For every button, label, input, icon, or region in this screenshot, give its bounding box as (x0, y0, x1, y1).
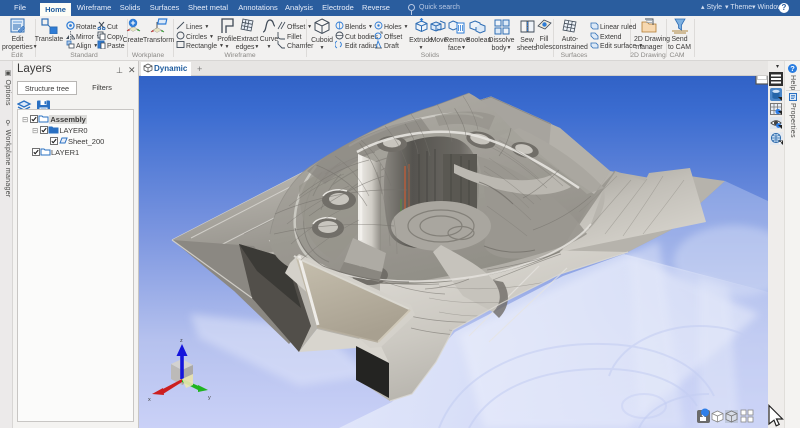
svg-text:y: y (208, 395, 211, 401)
svg-text:z: z (180, 338, 183, 344)
svg-text:x: x (148, 397, 151, 403)
